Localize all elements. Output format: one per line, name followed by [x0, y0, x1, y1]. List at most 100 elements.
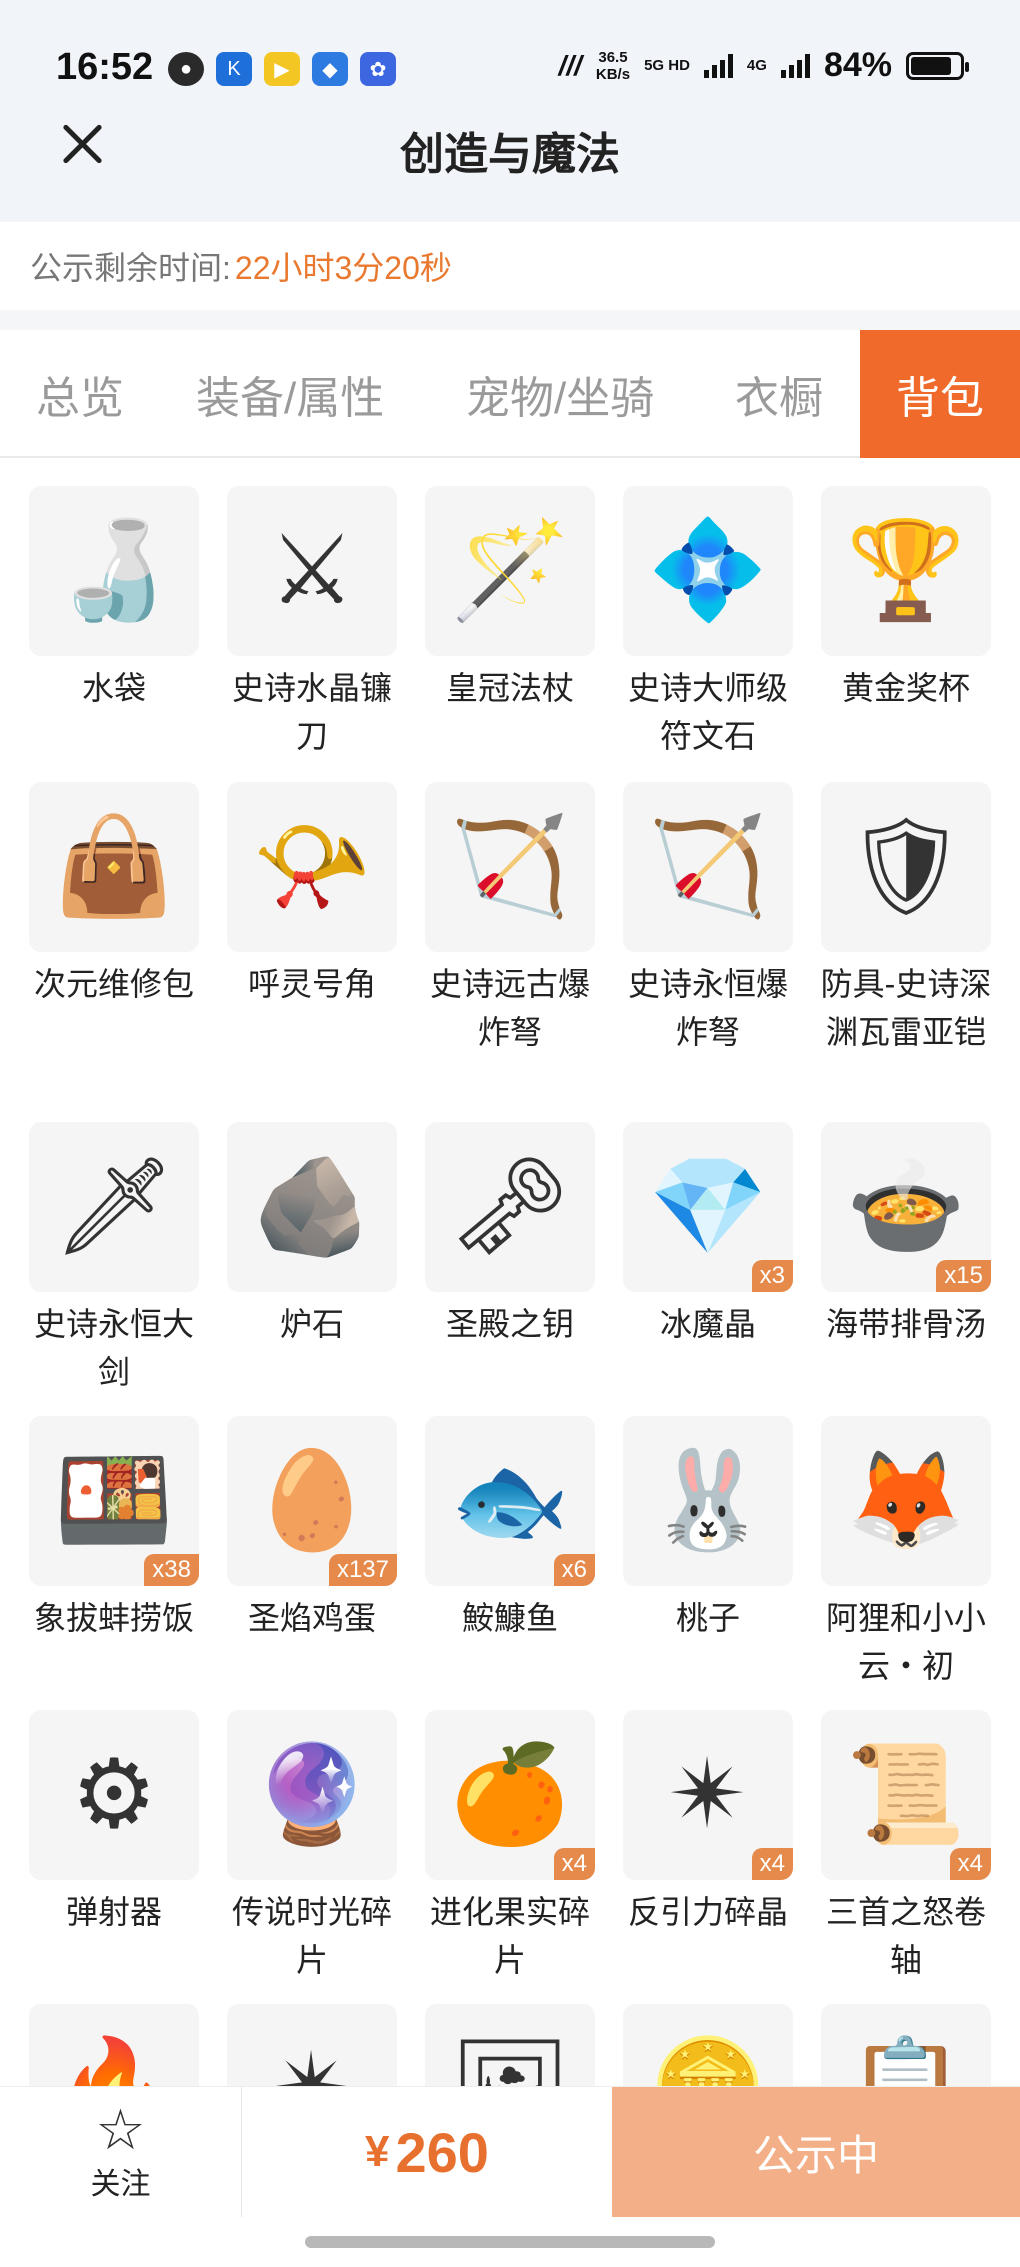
notice-countdown: 22小时3分20秒 — [234, 250, 452, 286]
item-icon: 🗝 — [449, 1153, 571, 1260]
item-quantity-badge: x4 — [949, 1848, 991, 1880]
backpack-item[interactable]: 🐟 x6 鮟鱇鱼 — [396, 1416, 595, 1642]
status-right: /// 36.5 KB/s 5G HD 4G 84% — [558, 46, 969, 85]
tab-overview[interactable]: 总览 — [36, 330, 124, 458]
item-name: 史诗水晶镰刀 — [231, 670, 392, 754]
backpack-item[interactable]: 🗝 圣殿之钥 — [396, 1122, 595, 1348]
item-thumbnail: 🥚 x137 — [227, 1416, 397, 1586]
item-name: 象拔蚌捞饭 — [33, 1600, 194, 1636]
currency-symbol: ¥ — [365, 2127, 390, 2176]
notice-label: 公示剩余时间: — [30, 250, 231, 286]
item-thumbnail: 📜 x4 — [821, 1710, 991, 1880]
net-speed: 36.5 KB/s — [596, 49, 630, 83]
backpack-item[interactable]: 🥚 x137 圣焰鸡蛋 — [198, 1416, 397, 1642]
item-thumbnail: 👜 — [29, 782, 199, 952]
publicity-button[interactable]: 公示中 — [612, 2087, 1020, 2217]
item-icon: ⚔ — [268, 517, 356, 624]
backpack-item[interactable]: 👜 次元维修包 — [0, 782, 199, 1008]
backpack-item[interactable]: 🍶 水袋 — [0, 486, 199, 712]
item-icon: 🗡 — [53, 1153, 175, 1260]
net-speed-value: 36.5 — [598, 48, 628, 66]
baidu-icon: ✿ — [360, 52, 396, 86]
follow-label: 关注 — [90, 2168, 151, 2201]
backpack-item[interactable]: 🦊 阿狸和小小云・初 — [792, 1416, 991, 1690]
item-thumbnail: 🐰 — [623, 1416, 793, 1586]
item-name: 水袋 — [81, 670, 146, 706]
backpack-item[interactable]: 🪄 皇冠法杖 — [396, 486, 595, 712]
item-quantity-badge: x3 — [751, 1260, 793, 1292]
item-thumbnail: 🏹 — [425, 782, 595, 952]
follow-button[interactable]: ☆ 关注 — [0, 2087, 242, 2217]
backpack-item[interactable]: 💠 史诗大师级符文石 — [594, 486, 793, 760]
item-icon: 💎 — [648, 1153, 768, 1260]
item-name: 进化果实碎片 — [429, 1894, 590, 1978]
item-icon: 🏆 — [846, 517, 966, 624]
backpack-item[interactable]: 🔮 传说时光碎片 — [198, 1710, 397, 1984]
item-name: 史诗大师级符文石 — [627, 670, 788, 754]
backpack-item[interactable]: 🛡 防具-史诗深渊瓦雷亚铠 — [792, 782, 991, 1056]
tab-bar: 总览 装备/属性 宠物/坐骑 衣橱 背包 — [0, 330, 1020, 458]
item-thumbnail: 🏆 — [821, 486, 991, 656]
item-icon: 🥚 — [252, 1447, 372, 1554]
item-icon: 📯 — [252, 813, 372, 920]
backpack-item[interactable]: ⚙ 弹射器 — [0, 1710, 199, 1936]
backpack-item[interactable]: ✴ x4 反引力碎晶 — [594, 1710, 793, 1936]
item-icon: ⚙ — [70, 1741, 158, 1848]
backpack-item[interactable]: 🍱 x38 象拔蚌捞饭 — [0, 1416, 199, 1642]
backpack-item[interactable]: 🏆 黄金奖杯 — [792, 486, 991, 712]
item-name: 史诗永恒爆炸弩 — [627, 966, 788, 1050]
kugou-icon: K — [216, 52, 252, 86]
item-quantity-badge: x38 — [144, 1554, 199, 1586]
backpack-item[interactable]: 🏹 史诗远古爆炸弩 — [396, 782, 595, 1056]
backpack-item[interactable]: ⚔ 史诗水晶镰刀 — [198, 486, 397, 760]
item-icon: 🐟 — [450, 1447, 570, 1554]
item-thumbnail: 🗡 — [29, 1122, 199, 1292]
item-thumbnail: 🔮 — [227, 1710, 397, 1880]
tab-pets[interactable]: 宠物/坐骑 — [466, 330, 654, 458]
item-thumbnail: 🛡 — [821, 782, 991, 952]
tab-equipment[interactable]: 装备/属性 — [196, 330, 384, 458]
carrier-icon: /// — [558, 50, 582, 81]
item-name: 冰魔晶 — [659, 1306, 756, 1342]
item-thumbnail: 🍲 x15 — [821, 1122, 991, 1292]
backpack-item[interactable]: 💎 x3 冰魔晶 — [594, 1122, 793, 1348]
notice-bar: 公示剩余时间: 22小时3分20秒 — [0, 222, 1020, 310]
home-indicator[interactable] — [305, 2236, 715, 2248]
item-name: 三首之怒卷轴 — [825, 1894, 986, 1978]
backpack-item[interactable]: 📯 呼灵号角 — [198, 782, 397, 1008]
tab-backpack[interactable]: 背包 — [860, 330, 1020, 458]
battery-percent: 84% — [823, 46, 892, 84]
backpack-item[interactable]: 🏹 史诗永恒爆炸弩 — [594, 782, 793, 1056]
signal-icon — [780, 53, 810, 78]
item-name: 史诗远古爆炸弩 — [429, 966, 590, 1050]
item-icon: 🦊 — [846, 1447, 966, 1554]
item-icon: 💠 — [648, 517, 768, 624]
item-icon: 🪄 — [450, 517, 570, 624]
backpack-item[interactable]: 🐰 桃子 — [594, 1416, 793, 1642]
backpack-item[interactable]: 🍊 x4 进化果实碎片 — [396, 1710, 595, 1984]
divider — [0, 310, 1020, 330]
item-name: 弹射器 — [65, 1894, 162, 1930]
backpack-item[interactable]: 🍲 x15 海带排骨汤 — [792, 1122, 991, 1348]
item-name: 反引力碎晶 — [627, 1894, 788, 1930]
tab-wardrobe[interactable]: 衣橱 — [735, 330, 823, 458]
item-name: 海带排骨汤 — [825, 1306, 986, 1342]
backpack-item[interactable]: 🗡 史诗永恒大剑 — [0, 1122, 199, 1396]
item-thumbnail: 🏹 — [623, 782, 793, 952]
backpack-item[interactable]: 📜 x4 三首之怒卷轴 — [792, 1710, 991, 1984]
item-name: 防具-史诗深渊瓦雷亚铠 — [820, 966, 992, 1050]
item-name: 史诗永恒大剑 — [33, 1306, 194, 1390]
net-speed-unit: KB/s — [595, 65, 631, 83]
item-icon: 🛡 — [845, 813, 967, 920]
item-icon: 🪨 — [252, 1153, 372, 1260]
item-icon: 🏹 — [450, 813, 570, 920]
backpack-item[interactable]: 🪨 炉石 — [198, 1122, 397, 1348]
item-thumbnail: ⚔ — [227, 486, 397, 656]
item-icon: 🍱 — [54, 1447, 174, 1554]
top-area: 16:52 ● K ▶ ◆ ✿ /// 36.5 KB/s 5G HD 4G 8… — [0, 0, 1020, 222]
game-app-icon: ◆ — [312, 52, 348, 86]
item-quantity-badge: x6 — [553, 1554, 595, 1586]
bottom-bar: ☆ 关注 ¥ 260 公示中 — [0, 2086, 1020, 2217]
item-icon: 🍶 — [54, 517, 174, 624]
item-icon: 🐰 — [648, 1447, 768, 1554]
